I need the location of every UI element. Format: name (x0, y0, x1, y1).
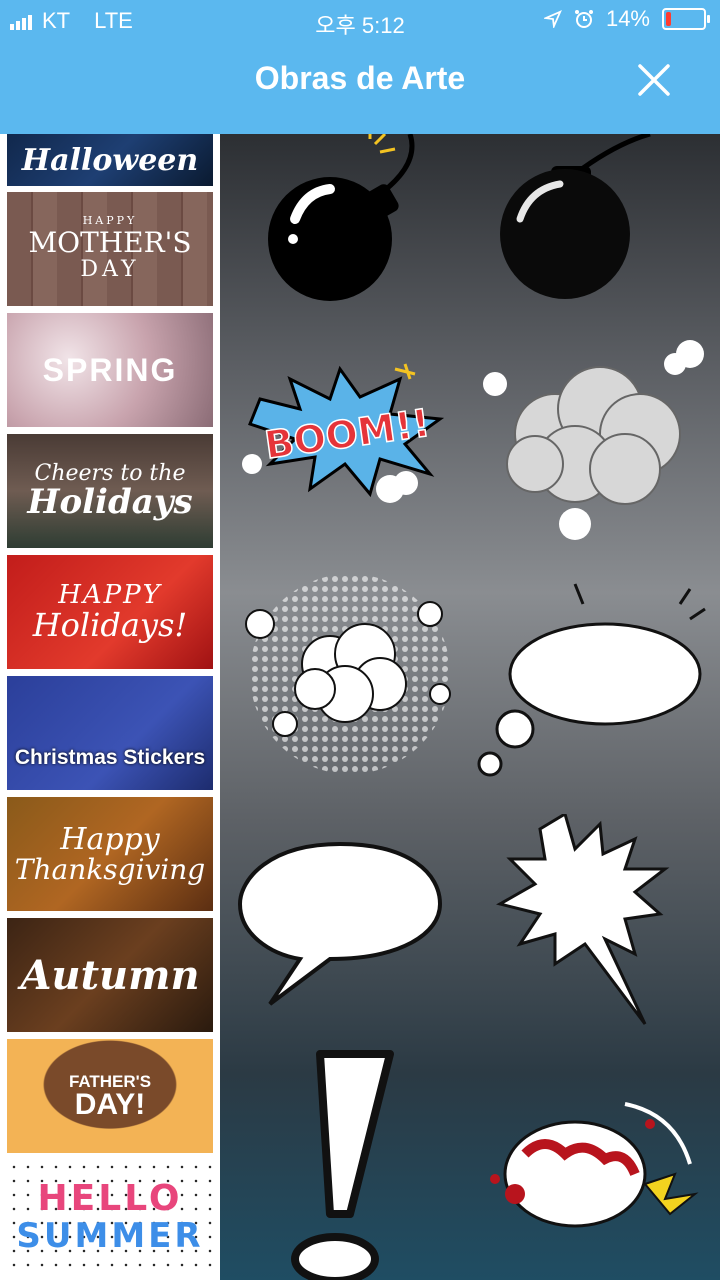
exclamation-icon (291, 1050, 394, 1280)
collection-label: MOTHER'S (28, 225, 192, 259)
collection-label: HAPPY (58, 579, 162, 610)
sticker-spiky-bubble[interactable] (475, 811, 715, 1044)
collection-label-sub: SUMMER (16, 1216, 204, 1257)
collection-label-sub: DAY! (74, 1087, 146, 1121)
punch-fist-icon (490, 1102, 699, 1228)
top-bar: KT LTE 오후 5:12 14% Obras de Arte (0, 0, 720, 134)
sticker-smoke-cloud[interactable] (475, 324, 715, 554)
battery-percent: 14% (605, 6, 650, 31)
collection-holidays[interactable]: Cheers to the Holidays (7, 434, 213, 548)
collection-halloween[interactable]: Halloween (7, 134, 213, 186)
collection-label: HELLO (37, 1177, 183, 1219)
collection-hello-summer[interactable]: HELLO SUMMER (7, 1160, 213, 1274)
bomb-icon (500, 134, 651, 299)
collection-fathers-day[interactable]: FATHER'S DAY! (7, 1039, 213, 1153)
location-arrow-icon (543, 10, 562, 28)
sticker-bomb[interactable] (230, 134, 470, 354)
collection-label: Autumn (20, 951, 200, 999)
halftone-explosion-icon (245, 574, 451, 774)
collection-label-sub: Holidays (27, 481, 193, 522)
boom-burst-icon: BOOM!! (242, 363, 445, 503)
sticker-thought-cloud[interactable] (475, 574, 715, 804)
collection-spring[interactable]: SPRING (7, 313, 213, 427)
smoke-cloud-icon (483, 340, 704, 540)
sticker-halftone-explosion[interactable] (230, 564, 470, 794)
alarm-icon (574, 10, 593, 28)
sticker-boom[interactable]: BOOM!! (230, 339, 470, 569)
page-title: Obras de Arte (254, 60, 466, 96)
collection-label: SPRING (42, 351, 178, 388)
collection-sidebar: Halloween HAPPY MOTHER'S DAY SPRING Chee… (0, 134, 220, 1280)
sticker-bomb-2[interactable] (475, 134, 715, 354)
collection-thanksgiving[interactable]: Happy Thanksgiving (7, 797, 213, 911)
collection-happy-holidays[interactable]: HAPPY Holidays! (7, 555, 213, 669)
collection-christmas-stickers[interactable]: Christmas Stickers (7, 676, 213, 790)
collection-label: FATHER'S (68, 1071, 152, 1091)
sticker-speech-bubble[interactable] (230, 824, 470, 1054)
spiky-bubble-icon (496, 811, 670, 1025)
collection-autumn[interactable]: Autumn (7, 918, 213, 1032)
collection-label: Christmas Stickers (14, 746, 206, 769)
thought-cloud-icon (477, 583, 706, 777)
speech-bubble-icon (237, 841, 443, 1006)
collection-label-sub: DAY (80, 257, 140, 283)
battery-icon (662, 8, 710, 30)
collection-mothers-day[interactable]: HAPPY MOTHER'S DAY (7, 192, 213, 306)
collection-label: Happy (60, 821, 160, 857)
sticker-punch-fist[interactable] (475, 1084, 715, 1280)
bomb-icon (268, 134, 415, 301)
close-button[interactable] (634, 60, 674, 100)
collection-label: Halloween (21, 142, 199, 178)
status-bar: KT LTE 오후 5:12 14% (0, 0, 720, 40)
sticker-grid: BOOM!! (220, 134, 720, 1280)
collection-label-sub: Thanksgiving (14, 853, 206, 887)
collection-label-sub: Holidays! (32, 605, 188, 644)
close-icon (638, 64, 670, 96)
